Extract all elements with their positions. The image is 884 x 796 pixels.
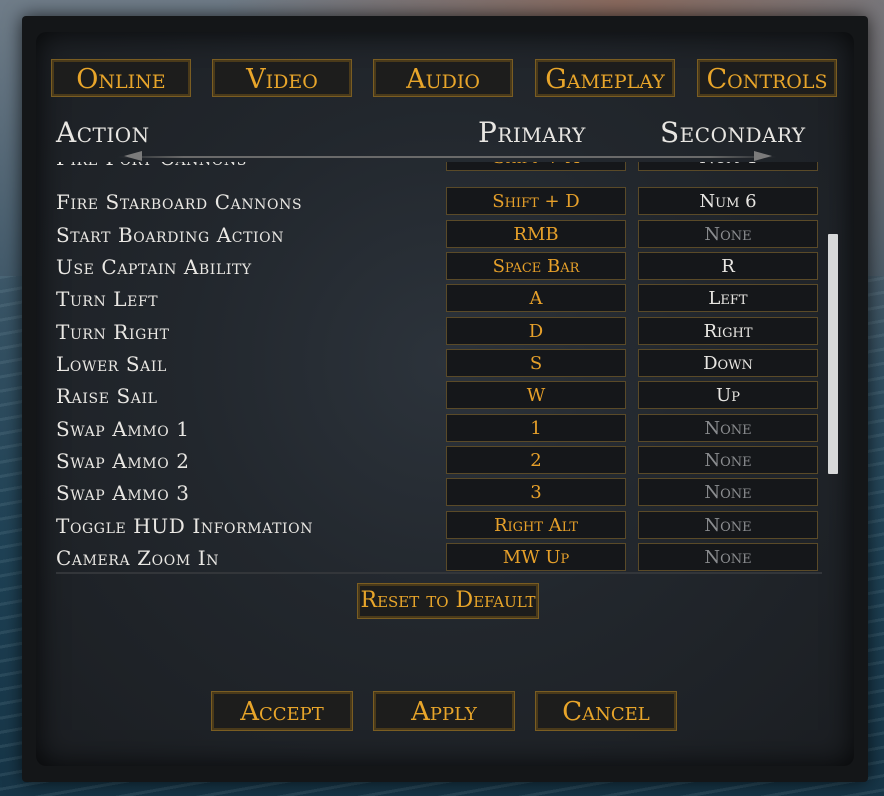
primary-key-button[interactable]: 2 [446, 446, 626, 474]
secondary-key-button[interactable]: None [638, 511, 818, 539]
primary-key-button[interactable]: RMB [446, 220, 626, 248]
accept-button[interactable]: Accept [211, 691, 353, 731]
binding-row: Camera Zoom In MW Up None [50, 542, 822, 572]
binding-action-label: Swap Ammo 3 [56, 481, 190, 505]
divider-left-arrow-icon [124, 151, 142, 161]
primary-key-button[interactable]: S [446, 349, 626, 377]
tab-gameplay[interactable]: Gameplay [535, 59, 675, 97]
primary-key-button[interactable]: Shift + D [446, 187, 626, 215]
secondary-key-button[interactable]: Num 6 [638, 187, 818, 215]
primary-key-button[interactable]: 3 [446, 478, 626, 506]
binding-row: Use Captain Ability Space Bar R [50, 251, 822, 283]
binding-action-label: Fire Starboard Cannons [56, 190, 303, 214]
cancel-button[interactable]: Cancel [535, 691, 677, 731]
secondary-key-button[interactable]: Down [638, 349, 818, 377]
binding-row: Toggle HUD Information Right Alt None [50, 510, 822, 542]
binding-action-label: Start Boarding Action [56, 223, 285, 247]
header-divider [118, 156, 776, 158]
tab-online[interactable]: Online [51, 59, 191, 97]
secondary-key-button[interactable]: None [638, 446, 818, 474]
divider-right-arrow-icon [754, 151, 772, 161]
scrollbar-thumb[interactable] [828, 234, 838, 474]
apply-button[interactable]: Apply [373, 691, 515, 731]
primary-key-button[interactable]: D [446, 317, 626, 345]
binding-action-label: Use Captain Ability [56, 255, 252, 279]
primary-key-button[interactable]: MW Up [446, 543, 626, 571]
secondary-key-button[interactable]: Num 4 [638, 162, 818, 171]
binding-action-label: Swap Ammo 2 [56, 449, 190, 473]
binding-action-label: Turn Left [56, 287, 159, 311]
binding-action-label: Raise Sail [56, 384, 158, 408]
list-bottom-divider [56, 572, 822, 574]
primary-key-button[interactable]: Right Alt [446, 511, 626, 539]
binding-action-label: Fire Port Cannons [56, 162, 247, 174]
header-secondary: Secondary [660, 116, 806, 149]
binding-row: Turn Left A Left [50, 283, 822, 315]
secondary-key-button[interactable]: None [638, 220, 818, 248]
header-action: Action [56, 116, 150, 149]
tab-controls[interactable]: Controls [697, 59, 837, 97]
primary-key-button[interactable]: 1 [446, 414, 626, 442]
binding-action-label: Turn Right [56, 320, 170, 344]
primary-key-button[interactable]: A [446, 284, 626, 312]
binding-row: Turn Right D Right [50, 316, 822, 348]
primary-key-button[interactable]: Space Bar [446, 252, 626, 280]
secondary-key-button[interactable]: Right [638, 317, 818, 345]
primary-key-button[interactable]: Shift + A [446, 162, 626, 171]
binding-row: Fire Port Cannons Shift + A Num 4 [50, 162, 822, 174]
reset-to-default-button[interactable]: Reset to Default [357, 583, 539, 619]
keybinding-list[interactable]: Fire Port Cannons Shift + A Num 4 Fire S… [50, 162, 822, 572]
binding-action-label: Lower Sail [56, 352, 167, 376]
secondary-key-button[interactable]: Up [638, 381, 818, 409]
binding-row: Fire Starboard Cannons Shift + D Num 6 [50, 186, 822, 218]
secondary-key-button[interactable]: Left [638, 284, 818, 312]
secondary-key-button[interactable]: None [638, 543, 818, 571]
primary-key-button[interactable]: W [446, 381, 626, 409]
binding-row: Swap Ammo 1 1 None [50, 413, 822, 445]
secondary-key-button[interactable]: R [638, 252, 818, 280]
binding-action-label: Toggle HUD Information [56, 514, 314, 538]
binding-action-label: Swap Ammo 1 [56, 417, 190, 441]
binding-row: Raise Sail W Up [50, 380, 822, 412]
tab-video[interactable]: Video [212, 59, 352, 97]
secondary-key-button[interactable]: None [638, 414, 818, 442]
secondary-key-button[interactable]: None [638, 478, 818, 506]
binding-row: Start Boarding Action RMB None [50, 219, 822, 251]
binding-row: Lower Sail S Down [50, 348, 822, 380]
tab-audio[interactable]: Audio [373, 59, 513, 97]
binding-action-label: Camera Zoom In [56, 546, 220, 570]
header-primary: Primary [478, 116, 586, 149]
binding-row: Swap Ammo 2 2 None [50, 445, 822, 477]
binding-row: Swap Ammo 3 3 None [50, 477, 822, 509]
